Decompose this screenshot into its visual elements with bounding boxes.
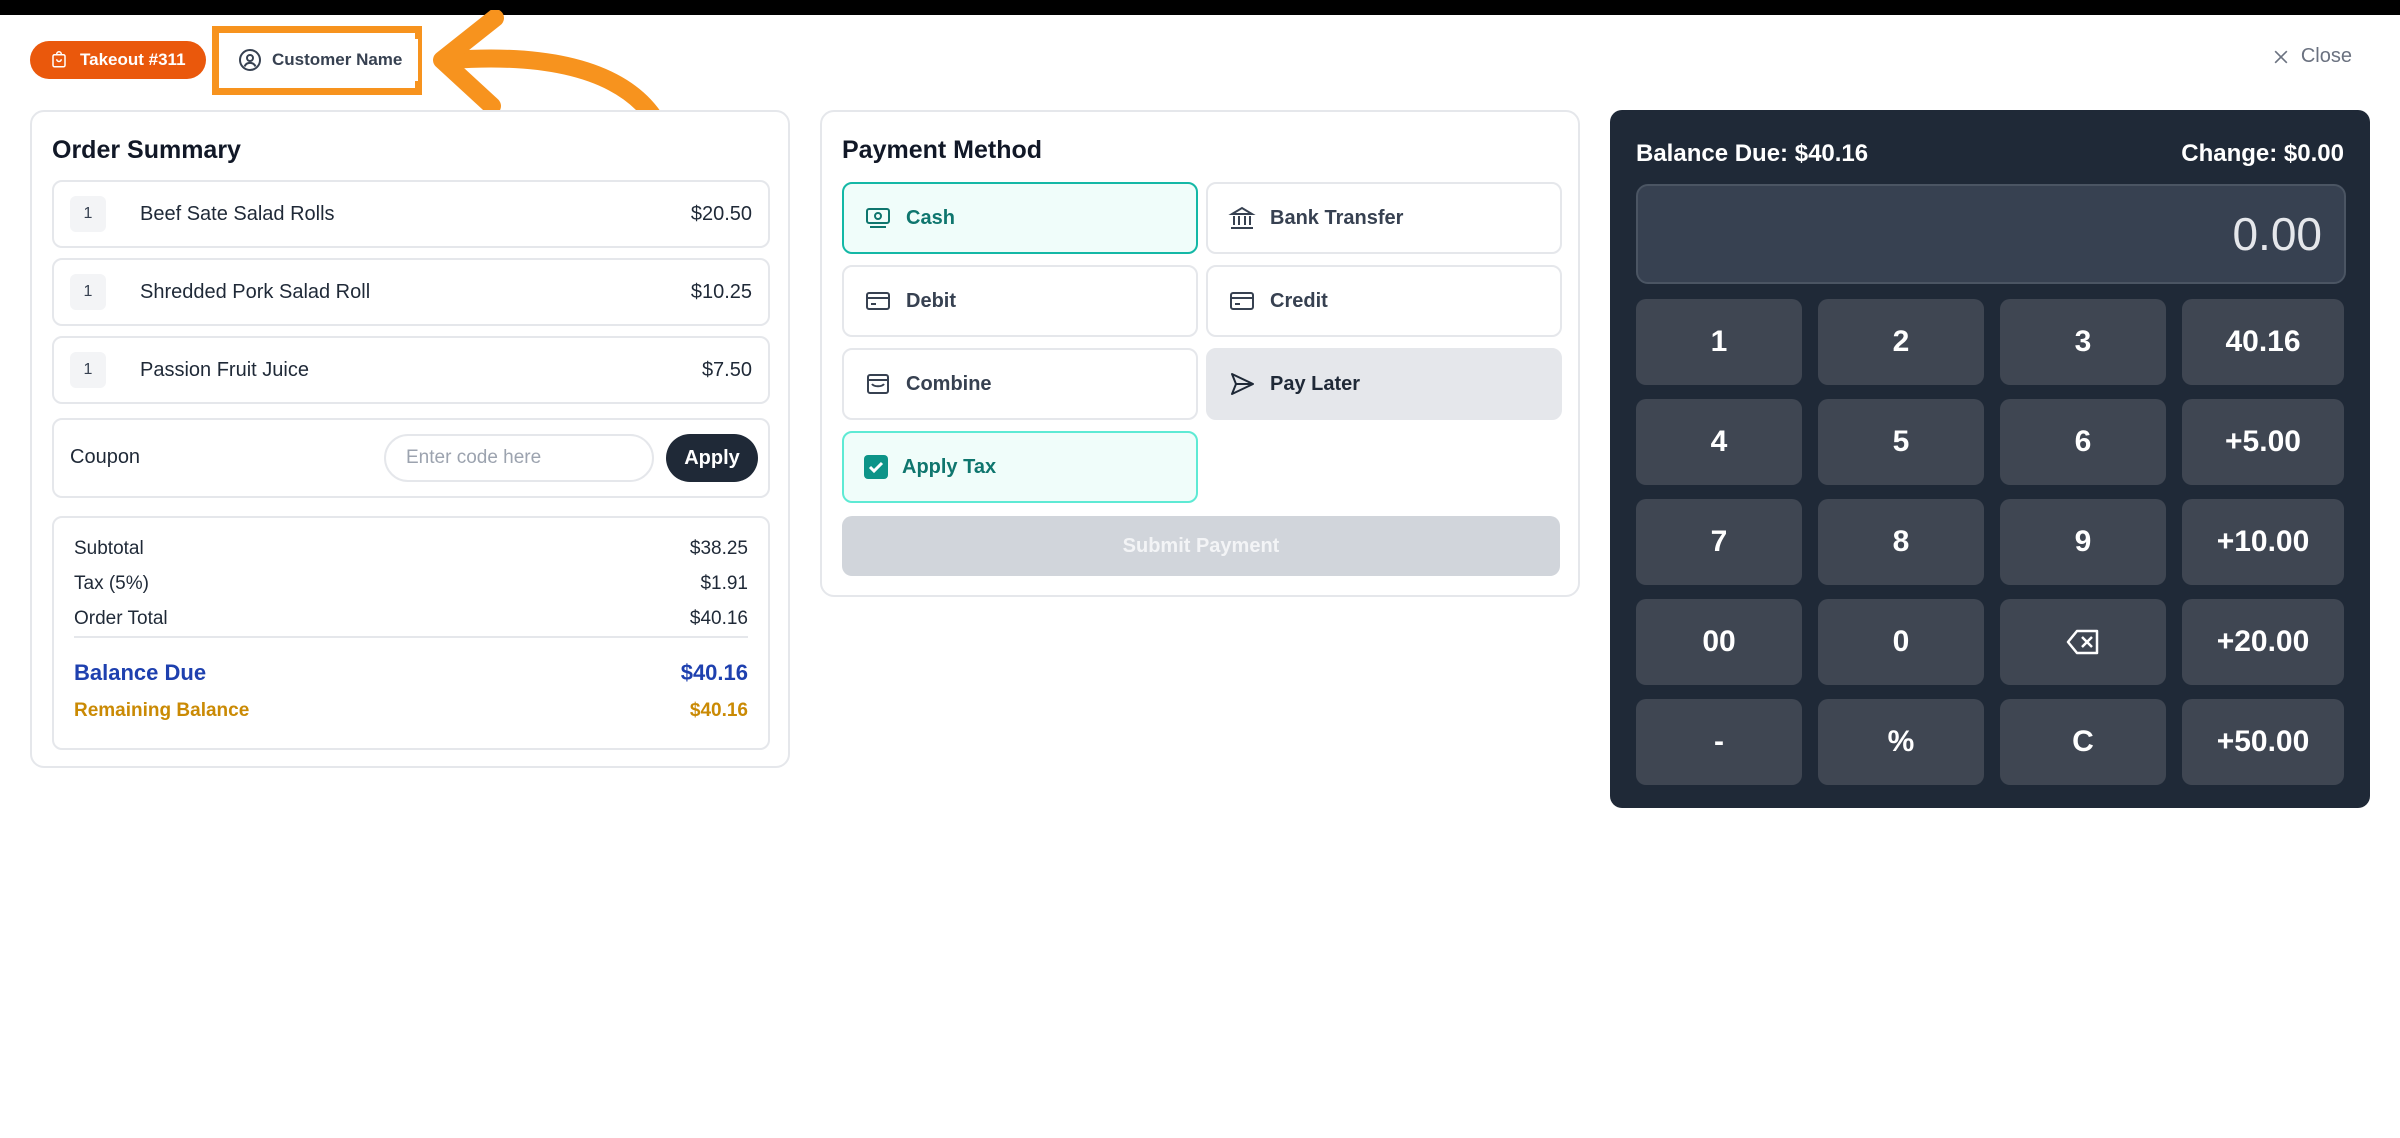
order-item[interactable]: 1 Beef Sate Salad Rolls $20.50 — [52, 180, 770, 248]
balance-due-row: Balance Due $40.16 — [74, 660, 748, 686]
payment-method-panel: Payment Method Cash Bank Transfer Debit … — [820, 110, 1580, 597]
payment-combine-button[interactable]: Combine — [842, 348, 1198, 420]
key-5[interactable]: 5 — [1818, 399, 1984, 485]
pay-later-label: Pay Later — [1270, 372, 1361, 395]
apply-tax-toggle[interactable]: Apply Tax — [842, 431, 1198, 503]
keypad-balance-due: Balance Due: $40.16 — [1636, 140, 1869, 167]
quick-amount-5[interactable]: +5.00 — [2182, 399, 2344, 485]
remaining-balance-value: $40.16 — [689, 700, 748, 721]
payment-pay-later-button[interactable]: Pay Later — [1206, 348, 1562, 420]
order-total-row: Order Total $40.16 — [74, 608, 748, 630]
payment-method-title: Payment Method — [842, 136, 1043, 164]
order-summary-title: Order Summary — [52, 136, 241, 164]
tax-row: Tax (5%) $1.91 — [74, 573, 748, 595]
key-percent[interactable]: % — [1818, 699, 1984, 785]
send-icon — [1231, 373, 1254, 395]
submit-payment-button[interactable]: Submit Payment — [842, 516, 1560, 576]
key-minus[interactable]: - — [1636, 699, 1802, 785]
order-summary-panel: Order Summary 1 Beef Sate Salad Rolls $2… — [30, 110, 790, 768]
close-button[interactable]: Close — [2271, 45, 2352, 68]
item-price: $7.50 — [701, 358, 752, 381]
cash-label: Cash — [906, 206, 955, 229]
check-icon — [868, 461, 884, 474]
apply-coupon-button[interactable]: Apply — [666, 434, 758, 482]
item-name: Passion Fruit Juice — [140, 358, 309, 381]
close-icon — [2274, 50, 2288, 63]
key-backspace[interactable] — [2000, 599, 2166, 685]
quick-amount-10[interactable]: +10.00 — [2182, 499, 2344, 585]
apply-tax-label: Apply Tax — [902, 455, 997, 478]
quick-amount-50[interactable]: +50.00 — [2182, 699, 2344, 785]
balance-due-value: $40.16 — [680, 660, 748, 685]
card-icon — [1230, 292, 1254, 310]
remaining-balance-label: Remaining Balance — [74, 700, 250, 721]
amount-display: 0.00 — [1636, 184, 2346, 284]
key-clear[interactable]: C — [2000, 699, 2166, 785]
customer-name-label: Customer Name — [272, 50, 403, 69]
credit-label: Credit — [1270, 289, 1328, 312]
key-8[interactable]: 8 — [1818, 499, 1984, 585]
keypad-change: Change: $0.00 — [2181, 140, 2344, 167]
takeout-order-badge[interactable]: Takeout #311 — [30, 41, 206, 79]
coupon-section: Coupon Apply — [52, 418, 770, 498]
bank-transfer-label: Bank Transfer — [1270, 206, 1404, 229]
item-name: Beef Sate Salad Rolls — [140, 202, 335, 225]
key-00[interactable]: 00 — [1636, 599, 1802, 685]
apply-tax-checkbox[interactable] — [864, 455, 888, 479]
bank-icon — [1228, 206, 1256, 229]
order-item[interactable]: 1 Passion Fruit Juice $7.50 — [52, 336, 770, 404]
item-quantity: 1 — [70, 196, 106, 232]
customer-name-button[interactable]: Customer Name — [222, 39, 419, 81]
payment-credit-button[interactable]: Credit — [1206, 265, 1562, 337]
order-total-value: $40.16 — [689, 608, 748, 629]
key-1[interactable]: 1 — [1636, 299, 1802, 385]
key-9[interactable]: 9 — [2000, 499, 2166, 585]
key-6[interactable]: 6 — [2000, 399, 2166, 485]
wallet-icon — [867, 374, 889, 394]
header: Takeout #311 Customer Name Close — [0, 15, 2400, 105]
order-total-label: Order Total — [74, 608, 168, 629]
payment-debit-button[interactable]: Debit — [842, 265, 1198, 337]
keypad-header: Balance Due: $40.16 Change: $0.00 — [1636, 140, 2344, 168]
subtotal-label: Subtotal — [74, 538, 144, 559]
quick-amount-20[interactable]: +20.00 — [2182, 599, 2344, 685]
payment-bank-transfer-button[interactable]: Bank Transfer — [1206, 182, 1562, 254]
keypad-panel: Balance Due: $40.16 Change: $0.00 0.00 1… — [1610, 110, 2370, 808]
quick-amount-exact[interactable]: 40.16 — [2182, 299, 2344, 385]
tax-label: Tax (5%) — [74, 573, 149, 594]
key-7[interactable]: 7 — [1636, 499, 1802, 585]
key-3[interactable]: 3 — [2000, 299, 2166, 385]
item-quantity: 1 — [70, 352, 106, 388]
coupon-code-input[interactable] — [384, 434, 654, 482]
key-4[interactable]: 4 — [1636, 399, 1802, 485]
balance-due-label: Balance Due — [74, 660, 207, 685]
key-0[interactable]: 0 — [1818, 599, 1984, 685]
tax-value: $1.91 — [700, 573, 748, 594]
takeout-label: Takeout #311 — [80, 50, 186, 69]
user-circle-icon — [239, 49, 261, 71]
remaining-balance-row: Remaining Balance $40.16 — [74, 700, 748, 722]
card-icon — [866, 292, 890, 310]
shopping-bag-icon — [52, 51, 66, 68]
subtotal-value: $38.25 — [689, 538, 748, 559]
totals-section: Subtotal $38.25 Tax (5%) $1.91 Order Tot… — [52, 516, 770, 750]
backspace-icon — [2066, 629, 2099, 655]
totals-divider — [74, 636, 748, 638]
item-price: $20.50 — [690, 202, 752, 225]
subtotal-row: Subtotal $38.25 — [74, 538, 748, 560]
cash-icon — [866, 208, 890, 228]
item-quantity: 1 — [70, 274, 106, 310]
payment-cash-button[interactable]: Cash — [842, 182, 1198, 254]
combine-label: Combine — [906, 372, 992, 395]
debit-label: Debit — [906, 289, 956, 312]
key-2[interactable]: 2 — [1818, 299, 1984, 385]
window-top-bar — [0, 0, 2400, 15]
order-item[interactable]: 1 Shredded Pork Salad Roll $10.25 — [52, 258, 770, 326]
item-price: $10.25 — [690, 280, 752, 303]
item-name: Shredded Pork Salad Roll — [140, 280, 371, 303]
close-label: Close — [2300, 45, 2352, 67]
coupon-label: Coupon — [70, 446, 141, 468]
